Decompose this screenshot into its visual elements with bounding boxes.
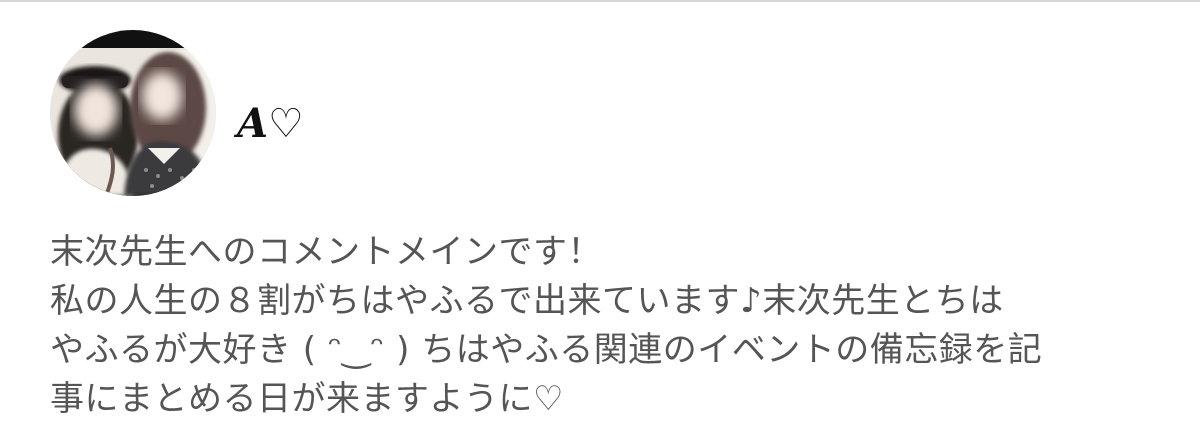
avatar[interactable] [50,30,216,196]
profile-bio: 末次先生へのコメントメインです！ 私の人生の８割がちはやふるで出来ています♪末次… [50,232,1043,419]
display-name: A♡ [237,100,304,147]
top-divider [0,0,1200,2]
avatar-photo [50,30,216,196]
